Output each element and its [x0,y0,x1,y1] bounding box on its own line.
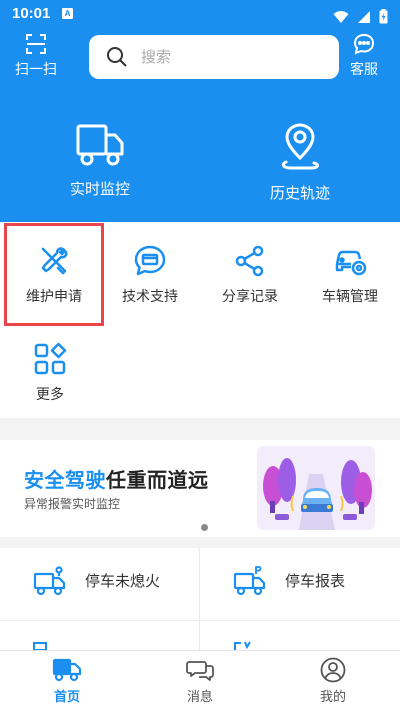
more-grid-icon [34,342,67,375]
banner-pagination-dot[interactable] [201,524,208,531]
history-track-label: 历史轨迹 [269,184,330,202]
quick-link-parking-report-label: 停车报表 [285,572,346,590]
sim-icon: A [62,8,73,19]
banner-title: 安全驾驶任重而道远 [24,464,209,493]
highlight-box [4,223,104,326]
chat-bubble-icon [353,33,375,55]
grid-label-vehicle-management: 车辆管理 [322,289,378,305]
banner-title-highlight: 安全驾驶 [24,468,106,492]
location-pin-icon [281,123,319,170]
truck-parking-icon [233,566,266,596]
grid-label-more: 更多 [36,387,64,403]
tab-profile[interactable]: 我的 [293,657,373,705]
profile-icon [320,657,346,683]
customer-service-button[interactable]: 客服 [339,32,389,79]
grid-item-tech-support[interactable]: 技术支持 [100,244,200,306]
search-bar[interactable] [89,35,339,79]
quick-link-idle-engine-label: 停车未熄火 [85,572,161,590]
search-input[interactable] [141,45,321,69]
tab-profile-label: 我的 [319,690,346,705]
history-track-button[interactable]: 历史轨迹 [235,122,365,203]
grid-item-more[interactable]: 更多 [0,342,100,404]
scan-label: 扫一扫 [15,62,57,78]
battery-icon [379,9,388,24]
chat-support-icon [134,245,166,276]
status-icons [330,6,388,25]
realtime-monitor-button[interactable]: 实时监控 [35,122,165,199]
grid-label-share-records: 分享记录 [222,289,278,305]
search-icon [107,47,127,67]
truck-alert-icon [33,566,66,596]
promo-banner[interactable]: 安全驾驶任重而道远 异常报警实时监控 [0,440,400,537]
tab-messages-label: 消息 [186,690,213,705]
bottom-nav: 首页 消息 我的 [0,650,400,710]
tab-messages[interactable]: 消息 [160,657,240,705]
tab-home-label: 首页 [53,690,80,705]
divider-horizontal [0,620,400,621]
grid-item-vehicle-management[interactable]: 车辆管理 [300,244,400,306]
status-bar: 10:01 A [0,0,400,28]
tab-home[interactable]: 首页 [27,657,107,705]
home-truck-icon [52,658,82,682]
scan-button[interactable]: 扫一扫 [11,32,61,79]
wifi-icon [333,10,349,23]
banner-car-illustration [257,446,375,530]
car-settings-icon [335,250,367,276]
grid-item-share-records[interactable]: 分享记录 [200,244,300,306]
quick-links-panel: 停车未熄火 停车报表 [0,548,400,650]
scan-icon [26,34,46,54]
quick-link-partial-icon-left [33,642,47,650]
banner-title-rest: 任重而道远 [106,468,209,492]
banner-subtitle: 异常报警实时监控 [24,497,121,511]
truck-icon [76,124,124,166]
status-time: 10:01 [12,5,51,22]
message-icon [186,661,214,681]
quick-link-partial-icon-right [234,641,251,650]
signal-icon [357,10,370,23]
share-icon [235,245,264,277]
realtime-monitor-label: 实时监控 [69,180,130,198]
service-label: 客服 [350,62,378,78]
divider-vertical [199,548,200,650]
grid-label-tech-support: 技术支持 [122,289,178,305]
